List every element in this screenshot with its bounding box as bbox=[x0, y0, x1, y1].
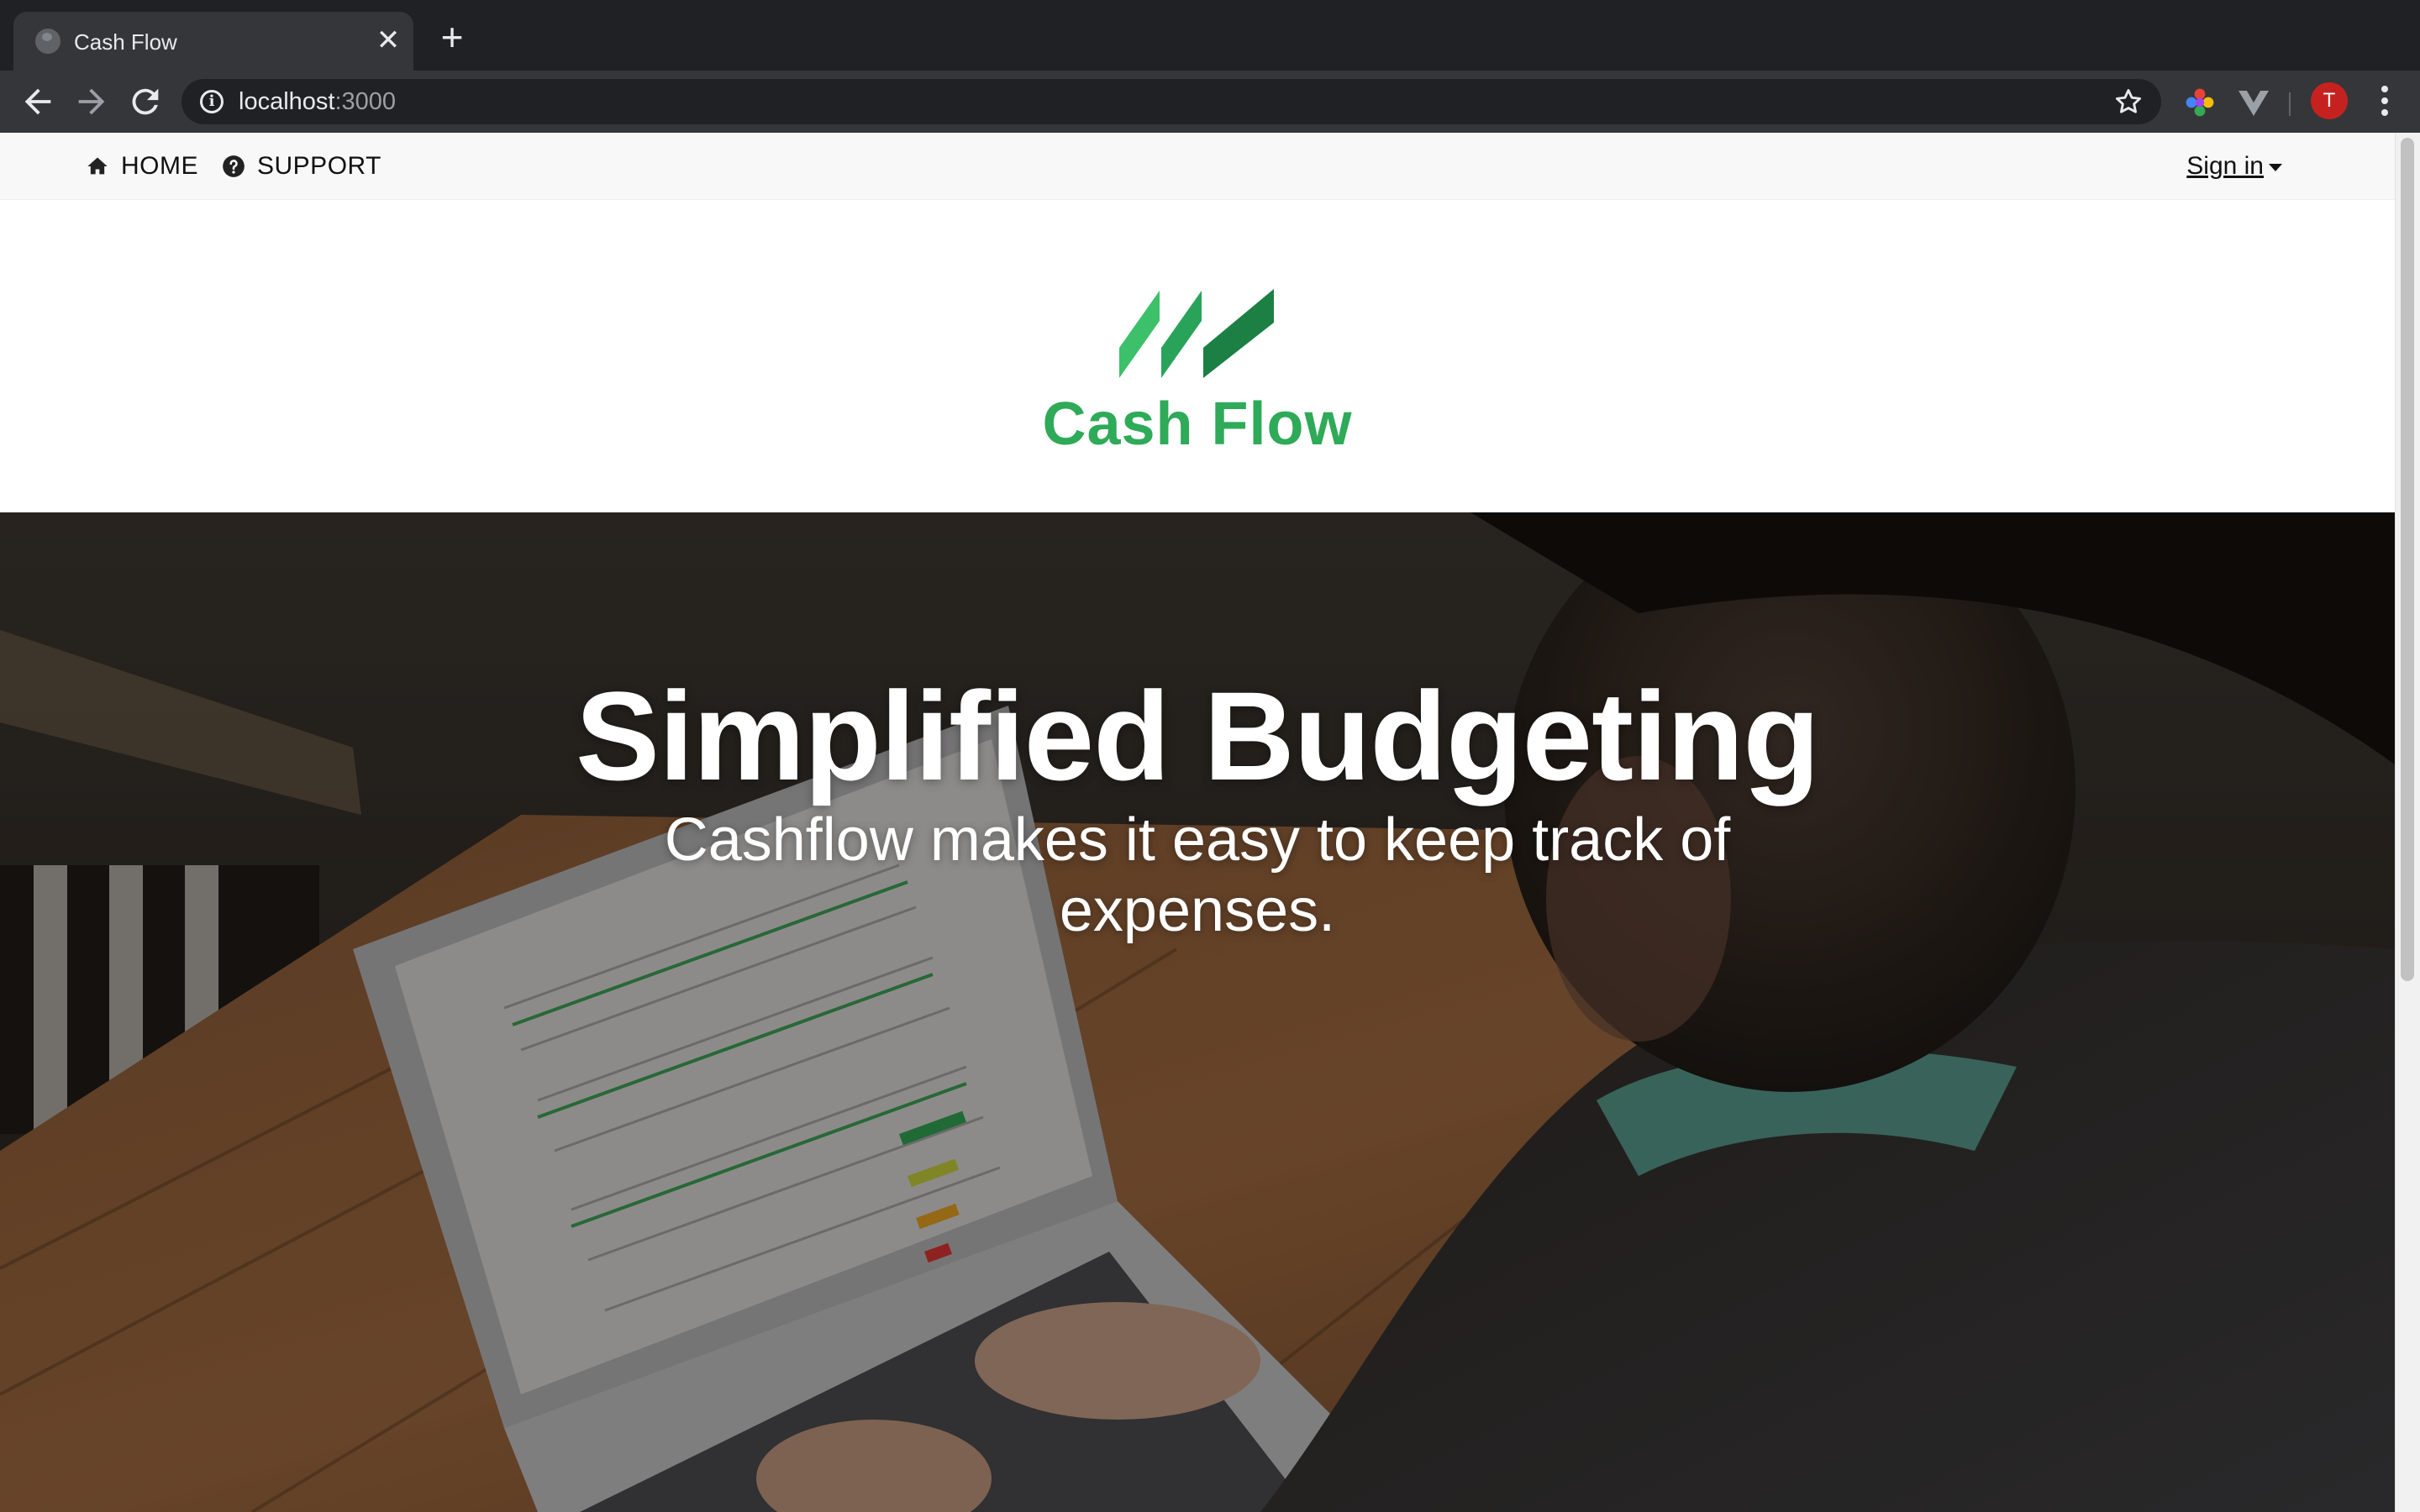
page-scrollbar[interactable] bbox=[2395, 133, 2420, 1512]
vue-devtools-extension-icon[interactable] bbox=[2237, 86, 2270, 119]
nav-home-link[interactable]: HOME bbox=[86, 150, 198, 183]
logo-wordmark: Cash Flow bbox=[1042, 391, 1353, 458]
sign-in-dropdown[interactable]: Sign in bbox=[2186, 150, 2282, 183]
address-bar[interactable]: i localhost:3000 bbox=[182, 79, 2161, 124]
caret-down-icon bbox=[2269, 163, 2282, 171]
nav-support-label: SUPPORT bbox=[257, 152, 381, 180]
hero-dark-overlay bbox=[0, 512, 2395, 1512]
back-arrow-icon[interactable] bbox=[18, 82, 57, 121]
forward-arrow-icon[interactable] bbox=[72, 82, 111, 121]
globe-icon bbox=[35, 29, 60, 54]
reload-icon[interactable] bbox=[126, 82, 165, 121]
new-tab-button[interactable]: + bbox=[434, 18, 471, 57]
browser-tabstrip: Cash Flow ✕ + bbox=[0, 0, 2420, 71]
toolbar-separator bbox=[2289, 92, 2291, 116]
sign-in-label: Sign in bbox=[2186, 152, 2264, 180]
scrollbar-thumb[interactable] bbox=[2401, 138, 2414, 981]
hero-subtitle: Cashflow makes it easy to keep track of … bbox=[664, 806, 1731, 944]
url-text[interactable]: localhost:3000 bbox=[239, 87, 396, 116]
browser-menu-icon[interactable] bbox=[2368, 82, 2402, 119]
question-circle-icon bbox=[223, 155, 245, 177]
nav-support-link[interactable]: SUPPORT bbox=[222, 150, 381, 183]
hero-title: Simplified Budgeting bbox=[576, 665, 1820, 806]
home-icon bbox=[87, 157, 108, 175]
page-viewport: HOME SUPPORT Sign in Cash Flow Simplifie… bbox=[0, 133, 2420, 1512]
browser-tab[interactable]: Cash Flow ✕ bbox=[13, 12, 413, 71]
browser-toolbar: i localhost:3000 T bbox=[0, 71, 2420, 133]
site-info-icon[interactable]: i bbox=[200, 90, 224, 113]
bookmark-star-icon[interactable] bbox=[2112, 86, 2144, 118]
profile-avatar[interactable]: T bbox=[2311, 82, 2348, 119]
tab-title: Cash Flow bbox=[74, 29, 177, 55]
color-extension-icon[interactable] bbox=[2183, 86, 2217, 119]
nav-home-label: HOME bbox=[121, 152, 198, 180]
site-navbar: HOME SUPPORT Sign in bbox=[0, 133, 2395, 200]
hero-section: Simplified Budgeting Cashflow makes it e… bbox=[0, 512, 2395, 1512]
cash-flow-logo-mark[interactable] bbox=[1119, 289, 1274, 381]
close-tab-icon[interactable]: ✕ bbox=[373, 25, 403, 55]
logo-section: Cash Flow bbox=[0, 200, 2395, 512]
